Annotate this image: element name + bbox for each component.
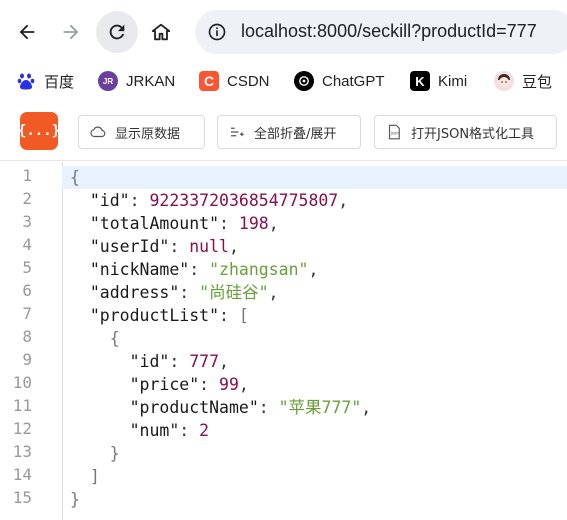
line-number: 1 <box>22 166 32 185</box>
bookmark-label: 百度 <box>44 73 75 91</box>
line-number: 10 <box>12 373 32 392</box>
svg-text:json: json <box>390 130 400 135</box>
code-line: "productList": [ <box>89 306 249 325</box>
code-line: { <box>109 329 120 348</box>
back-arrow-icon <box>19 24 35 40</box>
cloud-icon <box>90 126 106 138</box>
code-line: "nickName": "zhangsan", <box>89 260 319 279</box>
bookmark-label: 豆包 <box>522 73 553 91</box>
json-viewer-logo: {...} <box>18 112 60 150</box>
home-button[interactable] <box>140 11 182 53</box>
back-button[interactable] <box>6 11 48 53</box>
site-info-icon[interactable] <box>207 22 227 42</box>
reload-button[interactable] <box>96 11 138 53</box>
line-number: 3 <box>22 212 32 231</box>
total-amount-value: 198 <box>238 214 269 233</box>
chatgpt-icon <box>294 71 314 91</box>
line-number-gutter: 1 2 3 4 5 6 7 8 9 10 11 12 13 14 15 <box>0 162 63 520</box>
bookmark-label: Kimi <box>438 72 468 90</box>
code-line: "address": "尚硅谷", <box>89 283 279 302</box>
show-raw-button[interactable]: 显示原数据 <box>78 115 205 149</box>
bookmark-kimi[interactable]: K Kimi <box>410 62 467 100</box>
code-line: "totalAmount": 198, <box>89 214 279 233</box>
line-number: 8 <box>22 327 32 346</box>
json-viewer-toolbar: {...} 显示原数据 全部折叠/展开 json 打开JSON格式化工具 <box>0 100 567 160</box>
reload-icon <box>109 24 125 40</box>
line-number: 13 <box>12 442 32 461</box>
nick-name-value: "zhangsan" <box>209 260 309 279</box>
code-line: } <box>70 490 80 509</box>
line-number: 6 <box>22 281 32 300</box>
home-icon <box>151 23 171 41</box>
baidu-icon <box>16 71 36 91</box>
bookmark-baidu[interactable]: 百度 <box>16 62 74 100</box>
show-raw-label: 显示原数据 <box>115 126 181 142</box>
json-editor[interactable]: 1 2 3 4 5 6 7 8 9 10 11 12 13 14 15 { "i… <box>0 162 567 520</box>
fold-all-button[interactable]: 全部折叠/展开 <box>217 115 361 149</box>
line-number: 5 <box>22 258 32 277</box>
line-number: 9 <box>22 350 32 369</box>
user-id-value: null <box>189 237 229 256</box>
bookmarks-bar: 百度 JR JRKAN C CSDN ChatGPT K Kimi 豆包 <box>0 62 567 100</box>
code-line: ] <box>89 467 100 486</box>
code-line: "productName": "苹果777", <box>129 398 372 417</box>
kimi-icon: K <box>410 71 430 91</box>
address-value: "尚硅谷" <box>199 283 269 302</box>
id-value: 9223372036854775807 <box>149 191 339 210</box>
address-bar[interactable]: localhost:8000/seckill?productId=777 <box>195 10 567 54</box>
open-json-tool-label: 打开JSON格式化工具 <box>411 126 535 142</box>
code-line: "id": 9223372036854775807, <box>89 191 349 210</box>
code-line: { <box>62 166 567 189</box>
json-file-icon: json <box>388 124 400 140</box>
bookmark-chatgpt[interactable]: ChatGPT <box>294 62 385 100</box>
forward-arrow-icon <box>63 24 79 40</box>
bookmark-jrkan[interactable]: JR JRKAN <box>98 62 175 100</box>
bookmark-label: CSDN <box>227 72 270 90</box>
price-value: 99 <box>219 375 239 394</box>
line-number: 2 <box>22 189 32 208</box>
bookmark-csdn[interactable]: C CSDN <box>199 62 270 100</box>
line-number: 14 <box>12 465 32 484</box>
line-number: 15 <box>12 488 32 507</box>
code-line: } <box>109 444 120 463</box>
fold-all-label: 全部折叠/展开 <box>254 126 337 142</box>
csdn-icon: C <box>199 71 219 91</box>
code-line: "id": 777, <box>129 352 229 371</box>
line-number: 12 <box>12 419 32 438</box>
url-text[interactable]: localhost:8000/seckill?productId=777 <box>241 21 537 42</box>
product-id-value: 777 <box>189 352 220 371</box>
code-line: "num": 2 <box>129 421 210 440</box>
bookmark-doubao[interactable]: 豆包 <box>494 62 552 100</box>
bookmark-label: JRKAN <box>126 72 176 90</box>
code-line: "price": 99, <box>129 375 249 394</box>
bookmark-label: ChatGPT <box>322 72 385 90</box>
fold-icon <box>231 127 244 137</box>
product-name-value: "苹果777" <box>278 398 362 417</box>
jrkan-icon: JR <box>98 71 118 91</box>
line-number: 11 <box>12 396 32 415</box>
open-json-tool-button[interactable]: json 打开JSON格式化工具 <box>374 115 557 149</box>
code-line: "userId": null, <box>89 237 239 256</box>
toolbar-divider <box>0 160 567 161</box>
line-number: 7 <box>22 304 32 323</box>
doubao-icon <box>494 71 514 91</box>
browser-top-bar: localhost:8000/seckill?productId=777 <box>0 0 567 62</box>
line-number: 4 <box>22 235 32 254</box>
num-value: 2 <box>199 421 210 440</box>
forward-button[interactable] <box>50 11 92 53</box>
